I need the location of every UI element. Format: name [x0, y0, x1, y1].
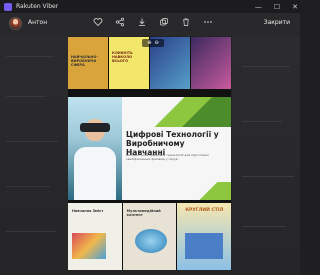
window-controls: — ☐ ✕: [255, 0, 298, 13]
zoom-out-icon[interactable]: ⊖: [155, 40, 159, 46]
image-viewer[interactable]: НАВЧАЛЬНО-ВИРОБНИЧА СФЕРА КЛИКНІТЬ НАВКО…: [68, 37, 231, 270]
thumbnail-image: [72, 233, 106, 259]
slide-decoration: [191, 182, 231, 200]
background-message: [242, 66, 290, 67]
thumbnail-label: КЛИКНІТЬ НАВКОЛО ВСЬОГО: [112, 51, 133, 63]
thumbnail: [191, 37, 231, 89]
background-message: [6, 56, 54, 57]
toolbar-actions: [93, 17, 213, 27]
title-bar: Rakuten Viber — ☐ ✕: [0, 0, 300, 13]
close-window-button[interactable]: ✕: [292, 3, 298, 11]
forward-icon[interactable]: [159, 17, 169, 27]
slide-photo: [68, 97, 122, 200]
background-message: [6, 186, 50, 187]
background-message: [242, 176, 294, 177]
thumbnail: Мультимедійний контент: [122, 203, 177, 270]
thumbnail-label: Навчання Зміст: [72, 209, 104, 213]
vr-headset-icon: [80, 123, 110, 132]
background-message: [6, 141, 58, 142]
thumbnail: КРУГЛИЙ СТІЛ: [177, 203, 231, 270]
thumbnail-label: НАВЧАЛЬНО-ВИРОБНИЧА СФЕРА: [71, 55, 98, 67]
main-slide: Цифрові Технології у Виробничому Навчанн…: [68, 97, 231, 200]
background-message: [242, 121, 282, 122]
more-icon[interactable]: [203, 17, 213, 27]
thumbnail: Навчання Зміст: [68, 203, 122, 270]
zoom-in-icon[interactable]: ⊕: [147, 40, 151, 46]
thumbnail-image: [185, 233, 224, 259]
window-title: Rakuten Viber: [16, 3, 59, 10]
sender-name: Антон: [28, 19, 48, 26]
thumbnail-image: [134, 229, 167, 253]
slide-text: Використання цифрових технологій для під…: [126, 153, 209, 161]
thumbnail-label: КРУГЛИЙ СТІЛ: [185, 208, 224, 213]
thumbnail: НАВЧАЛЬНО-ВИРОБНИЧА СФЕРА: [68, 37, 108, 89]
background-chat-right: [232, 36, 300, 275]
background-message: [242, 226, 286, 227]
background-chat-left: [0, 36, 68, 275]
close-viewer-button[interactable]: Закрити: [264, 19, 290, 26]
heart-icon[interactable]: [93, 17, 103, 27]
background-message: [6, 231, 56, 232]
download-icon[interactable]: [137, 17, 147, 27]
slide-decoration: [151, 97, 231, 127]
share-icon[interactable]: [115, 17, 125, 27]
maximize-button[interactable]: ☐: [274, 3, 280, 11]
avatar[interactable]: [9, 17, 22, 30]
zoom-controls[interactable]: ⊕ ⊖: [142, 39, 164, 47]
viewer-window: Rakuten Viber — ☐ ✕ Антон Закрити НАВЧАЛ…: [0, 0, 300, 275]
background-message: [6, 96, 46, 97]
person-coat: [74, 147, 116, 200]
bottom-thumbnail-strip: Навчання Зміст Мультимедійний контент КР…: [68, 203, 231, 270]
viber-logo-icon: [4, 2, 12, 11]
thumbnail-label: Мультимедійний контент: [126, 209, 161, 217]
minimize-button[interactable]: —: [255, 3, 262, 11]
delete-icon[interactable]: [181, 17, 191, 27]
